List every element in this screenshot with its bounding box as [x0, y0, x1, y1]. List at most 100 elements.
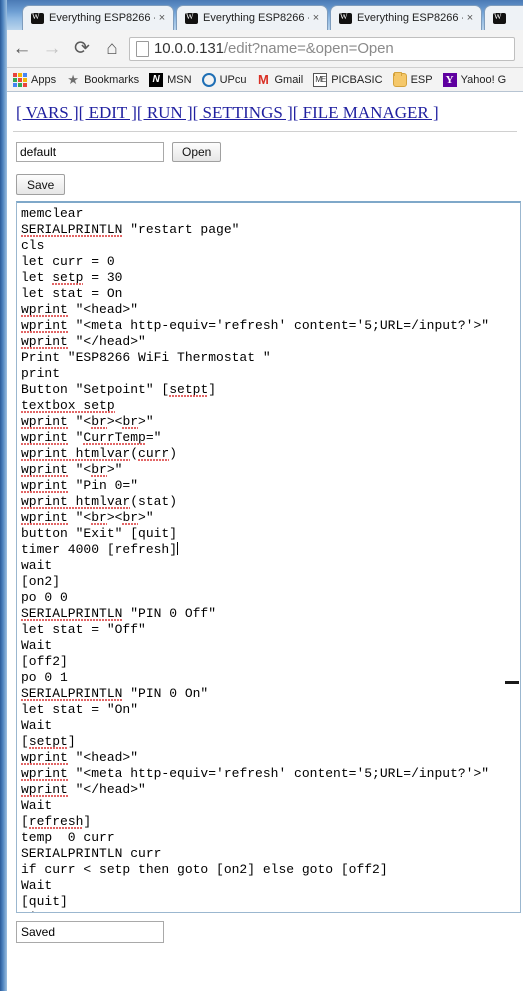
url-path: /edit?name=&open=Open	[223, 40, 394, 57]
code-line: Wait	[21, 798, 53, 813]
code-line: SERIALPRINTLN curr	[21, 846, 162, 861]
tab-close-icon[interactable]: ×	[463, 12, 477, 24]
tab-strip: Everything ESP8266 - × Everything ESP826…	[0, 0, 523, 30]
code-line: wprint "<meta http-equiv='refresh' conte…	[21, 766, 490, 781]
back-button-icon[interactable]: ←	[7, 34, 37, 64]
bookmark-label: PICBASIC	[331, 73, 383, 86]
tab-favicon-icon	[31, 12, 44, 24]
forward-button-icon[interactable]: →	[37, 34, 67, 64]
page-document-icon	[136, 40, 149, 57]
yahoo-icon: Y	[442, 72, 457, 87]
code-line: wprint "<br><br>"	[21, 414, 154, 429]
code-line: wprint "<head>"	[21, 302, 139, 317]
browser-tab-4[interactable]	[484, 5, 523, 30]
bookmark-msn[interactable]: N MSN	[149, 72, 192, 87]
code-line: button "Exit" [quit]	[21, 526, 178, 541]
code-line: timer 4000 [refresh]	[21, 542, 179, 557]
code-line: Button "Setpoint" [setpt]	[21, 382, 217, 397]
code-line: wprint "</head>"	[21, 334, 146, 349]
code-line: [on2]	[21, 574, 61, 589]
code-line: temp 0 curr	[21, 830, 115, 845]
code-line: Wait	[21, 878, 53, 893]
code-line: Wait	[21, 638, 53, 653]
breadcrumb: [ VARS ][ EDIT ][ RUN ][ SETTINGS ][ FIL…	[7, 93, 523, 123]
apps-grid-icon	[13, 72, 27, 87]
filename-input[interactable]	[16, 142, 164, 162]
code-line: wprint "CurrTemp="	[21, 430, 162, 445]
save-button[interactable]: Save	[16, 174, 66, 195]
bookmark-label: ESP	[410, 73, 433, 86]
browser-toolbar: ← → ⟳ ⌂ 10.0.0.131/edit?name=&open=Open	[7, 30, 523, 68]
code-line: SERIALPRINTLN "PIN 0 On"	[21, 686, 209, 701]
browser-tab-1[interactable]: Everything ESP8266 - ×	[22, 5, 174, 30]
tab-favicon-icon	[339, 12, 352, 24]
code-line: let stat = On	[21, 286, 123, 301]
code-line: wprint "<br>"	[21, 462, 123, 477]
bookmark-esp[interactable]: ESP	[392, 71, 433, 87]
bookmark-yahoo[interactable]: Y Yahoo! G	[442, 72, 507, 87]
code-line: wprint "Pin 0="	[21, 478, 139, 493]
code-line: wprint "<head>"	[21, 750, 139, 765]
bookmark-label: Bookmarks	[84, 73, 140, 86]
horizontal-scrollbar-thumb[interactable]	[505, 681, 519, 684]
bookmark-label: Yahoo! G	[460, 73, 507, 86]
code-line: timer 0	[21, 910, 520, 912]
code-line: let stat = "On"	[21, 702, 139, 717]
code-line: if curr < setp then goto [on2] else goto…	[21, 862, 388, 877]
tab-title: Everything ESP8266 -	[357, 12, 463, 24]
gmail-icon: M	[258, 71, 269, 87]
code-editor-textarea[interactable]: memclear SERIALPRINTLN "restart page" cls l…	[16, 201, 521, 913]
code-line: wprint "</head>"	[21, 782, 146, 797]
code-line: [refresh]	[21, 814, 92, 829]
browser-tab-2[interactable]: Everything ESP8266 - ×	[176, 5, 328, 30]
tab-favicon-icon	[493, 12, 506, 24]
nav-link-settings[interactable]: [ SETTINGS ]	[193, 103, 293, 122]
code-line: Print "ESP8266 WiFi Thermostat "	[21, 350, 271, 365]
bookmark-label: Apps	[31, 73, 57, 86]
window-titlebar: Everything ESP8266 - × Everything ESP826…	[0, 0, 523, 30]
code-line: let curr = 0	[21, 254, 115, 269]
bookmark-label: Gmail	[274, 73, 304, 86]
address-bar[interactable]: 10.0.0.131/edit?name=&open=Open	[129, 36, 515, 61]
code-line: SERIALPRINTLN "restart page"	[21, 222, 240, 237]
window-left-border	[0, 0, 7, 991]
tab-close-icon[interactable]: ×	[155, 12, 169, 24]
code-line: Wait	[21, 718, 53, 733]
status-input[interactable]	[16, 921, 164, 943]
bookmark-bookmarks[interactable]: ★ Bookmarks	[66, 71, 140, 87]
nav-link-file-manager[interactable]: [ FILE MANAGER ]	[293, 103, 439, 122]
home-button-icon[interactable]: ⌂	[97, 34, 127, 64]
code-line: wprint htmlvar(curr)	[21, 446, 178, 461]
tab-favicon-icon	[185, 12, 198, 24]
reload-button-icon[interactable]: ⟳	[67, 34, 97, 64]
code-line: let stat = "Off"	[21, 622, 146, 637]
nav-link-edit[interactable]: [ EDIT ]	[79, 103, 137, 122]
nav-link-vars[interactable]: [ VARS ]	[16, 103, 79, 122]
code-line: [setpt]	[21, 734, 76, 749]
nav-link-run[interactable]: [ RUN ]	[137, 103, 193, 122]
bookmark-apps[interactable]: Apps	[13, 72, 57, 87]
tab-close-icon[interactable]: ×	[309, 12, 323, 24]
code-line: po 0 1	[21, 670, 68, 685]
code-line: [off2]	[21, 654, 68, 669]
picbasic-icon: ME	[313, 72, 328, 87]
star-icon: ★	[67, 71, 79, 87]
bookmark-picbasic[interactable]: ME PICBASIC	[313, 72, 383, 87]
bookmark-upcu[interactable]: UPcu	[201, 72, 247, 87]
url-host: 10.0.0.131	[154, 40, 224, 57]
bookmarks-bar: Apps ★ Bookmarks N MSN UPcu M Gmail ME P…	[7, 68, 523, 92]
text-caret	[177, 542, 179, 555]
browser-tab-3[interactable]: Everything ESP8266 - ×	[330, 5, 482, 30]
code-line: wprint htmlvar(stat)	[21, 494, 178, 509]
open-button[interactable]: Open	[172, 142, 222, 162]
bookmark-label: UPcu	[219, 73, 247, 86]
code-line: po 0 0	[21, 590, 68, 605]
code-line: print	[21, 366, 61, 381]
code-line: cls	[21, 238, 45, 253]
browser-window: Everything ESP8266 - × Everything ESP826…	[0, 0, 523, 991]
code-line: SERIALPRINTLN "PIN 0 Off"	[21, 606, 217, 621]
code-line: wait	[21, 558, 53, 573]
code-line: let setp = 30	[21, 270, 123, 285]
code-line: wprint "<meta http-equiv='refresh' conte…	[21, 318, 490, 333]
bookmark-gmail[interactable]: M Gmail	[256, 71, 304, 87]
